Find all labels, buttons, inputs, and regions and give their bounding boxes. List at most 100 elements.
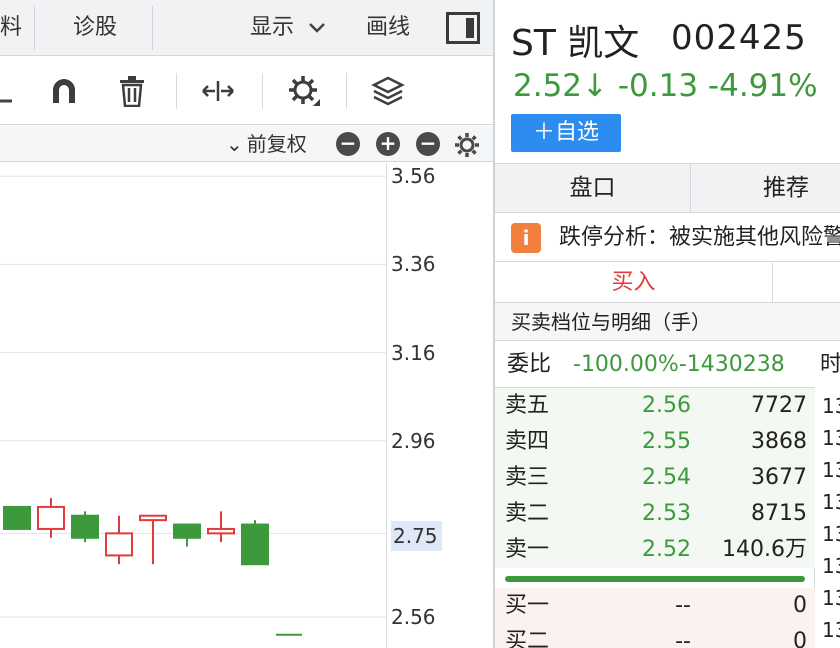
- quote-tabs: 盘口 推荐: [495, 163, 840, 213]
- level-volume: 0: [793, 593, 807, 618]
- orderbook-title: 买卖档位与明细（手）: [495, 303, 840, 341]
- orderbook-row[interactable]: 卖三 2.54 3677: [495, 460, 815, 496]
- candle-body: [173, 523, 201, 539]
- tick-time: 13: [822, 554, 840, 578]
- trash-icon[interactable]: [112, 71, 152, 111]
- stock-name: ST 凯文: [511, 23, 640, 64]
- divider: [346, 73, 347, 109]
- tick-time: 13: [822, 586, 840, 610]
- divider: [34, 6, 35, 50]
- chart-toolbar: [0, 57, 493, 125]
- candle[interactable]: [241, 520, 269, 566]
- level-price: 2.55: [642, 429, 691, 454]
- spread-bar: [505, 576, 805, 582]
- trade-ticks-column: 时 13 13 13 13 13 13 13 13: [816, 342, 840, 648]
- level-price: --: [675, 593, 691, 618]
- stock-code: 002425: [671, 18, 807, 58]
- current-price-label: 2.75: [391, 521, 442, 552]
- y-tick-label: 3.16: [391, 340, 436, 365]
- adjust-dropdown[interactable]: ⌄ 前复权: [226, 126, 307, 162]
- ratio-value: -100.00%-1430238: [573, 352, 785, 377]
- level-volume: 0: [793, 629, 807, 648]
- draw-line-icon[interactable]: [0, 71, 28, 111]
- orderbook: 委比 -100.00%-1430238 卖五 2.56 7727 卖四 2.55 3868…: [495, 342, 815, 648]
- level-label: 买二: [505, 629, 550, 648]
- magnet-icon[interactable]: [44, 71, 84, 111]
- tab-recommend[interactable]: 推荐: [691, 164, 840, 212]
- chart-subbar: ⌄ 前复权 − + −: [0, 126, 493, 162]
- level-price: 2.52: [642, 537, 691, 562]
- level-volume: 7727: [751, 393, 807, 418]
- orderbook-row[interactable]: 卖四 2.55 3868: [495, 424, 815, 460]
- tab-diagnose[interactable]: 诊股: [40, 0, 150, 56]
- chevron-down-icon: [309, 23, 325, 33]
- level-label: 卖四: [505, 429, 550, 454]
- zoom-out-icon[interactable]: −: [336, 132, 360, 156]
- price-change: 2.52↓ -0.13 -4.91%: [513, 68, 818, 104]
- candle[interactable]: [37, 498, 65, 538]
- candle[interactable]: [105, 515, 133, 565]
- candle-body: [71, 514, 99, 539]
- level-volume: 3677: [751, 465, 807, 490]
- divider: [152, 6, 153, 50]
- price-axis: 3.56 3.36 3.16 2.96 2.75 2.56: [386, 163, 493, 648]
- orderbook-row[interactable]: 卖二 2.53 8715: [495, 496, 815, 532]
- tick-time: 13: [822, 522, 840, 546]
- candle[interactable]: [3, 505, 31, 530]
- y-tick-label: 3.36: [391, 252, 436, 277]
- divider: [176, 73, 177, 109]
- collapse-icon[interactable]: −: [416, 132, 440, 156]
- settings-icon[interactable]: [284, 71, 324, 111]
- orderbook-row[interactable]: 卖一 2.52 140.6万: [495, 532, 815, 568]
- candle[interactable]: [207, 511, 235, 543]
- buy-button[interactable]: 买入: [495, 263, 773, 303]
- candle-body: [105, 532, 133, 557]
- tick-time: 13: [822, 618, 840, 642]
- candle-body: [207, 527, 235, 535]
- tick-time: 13: [822, 394, 840, 418]
- tick-time: 13: [822, 458, 840, 482]
- tab-data[interactable]: 料: [0, 0, 26, 56]
- candle[interactable]: [173, 523, 201, 547]
- ratio-label: 委比: [507, 352, 552, 377]
- candle[interactable]: [71, 511, 99, 543]
- tick-time: 13: [822, 426, 840, 450]
- level-price: 2.53: [642, 501, 691, 526]
- level-label: 卖一: [505, 537, 550, 562]
- candlestick-chart[interactable]: [0, 163, 386, 648]
- level-label: 卖二: [505, 501, 550, 526]
- notice-text: 跌停分析：被实施其他风险警示: [559, 225, 840, 250]
- orderbook-row[interactable]: 买二 -- 0: [495, 624, 815, 648]
- level-label: 卖三: [505, 465, 550, 490]
- display-menu[interactable]: 显示: [250, 0, 327, 56]
- orderbook-row[interactable]: 买一 -- 0: [495, 588, 815, 624]
- adjust-label: 前复权: [246, 132, 307, 156]
- stock-app: 料 诊股 显示 画线 ⌄ 前复权 − + − 3.56 3.36 3.16 2.…: [0, 0, 840, 648]
- candle-body: [37, 505, 65, 530]
- add-watchlist-button[interactable]: ＋自选: [511, 114, 621, 152]
- quote-pane: ST 凯文 002425 2.52↓ -0.13 -4.91% ＋自选 盘口 推…: [493, 0, 840, 648]
- level-label: 买一: [505, 593, 550, 618]
- candlestick-svg: [0, 175, 386, 636]
- divider: [262, 73, 263, 109]
- level-volume: 3868: [751, 429, 807, 454]
- level-price: 2.54: [642, 465, 691, 490]
- chart-topbar: 料 诊股 显示 画线: [0, 0, 493, 56]
- chart-pane: 料 诊股 显示 画线 ⌄ 前复权 − + − 3.56 3.36 3.16 2.…: [0, 0, 493, 648]
- tick-time: 13: [822, 490, 840, 514]
- layers-icon[interactable]: [368, 71, 408, 111]
- y-tick-label: 2.96: [391, 428, 436, 453]
- info-icon: i: [511, 223, 541, 253]
- chart-settings-icon[interactable]: [454, 132, 480, 162]
- draw-line-button[interactable]: 画线: [366, 0, 410, 56]
- candle[interactable]: [139, 514, 167, 565]
- expand-horizontal-icon[interactable]: [198, 71, 238, 111]
- level-volume: 140.6万: [722, 537, 807, 562]
- chevron-down-icon: ⌄: [226, 132, 243, 156]
- orderbook-row[interactable]: 卖五 2.56 7727: [495, 388, 815, 424]
- tab-panel[interactable]: 盘口: [495, 164, 690, 212]
- level-volume: 8715: [751, 501, 807, 526]
- zoom-in-icon[interactable]: +: [376, 132, 400, 156]
- limit-down-notice[interactable]: i 跌停分析：被实施其他风险警示: [495, 214, 840, 262]
- panel-layout-icon[interactable]: [446, 12, 480, 44]
